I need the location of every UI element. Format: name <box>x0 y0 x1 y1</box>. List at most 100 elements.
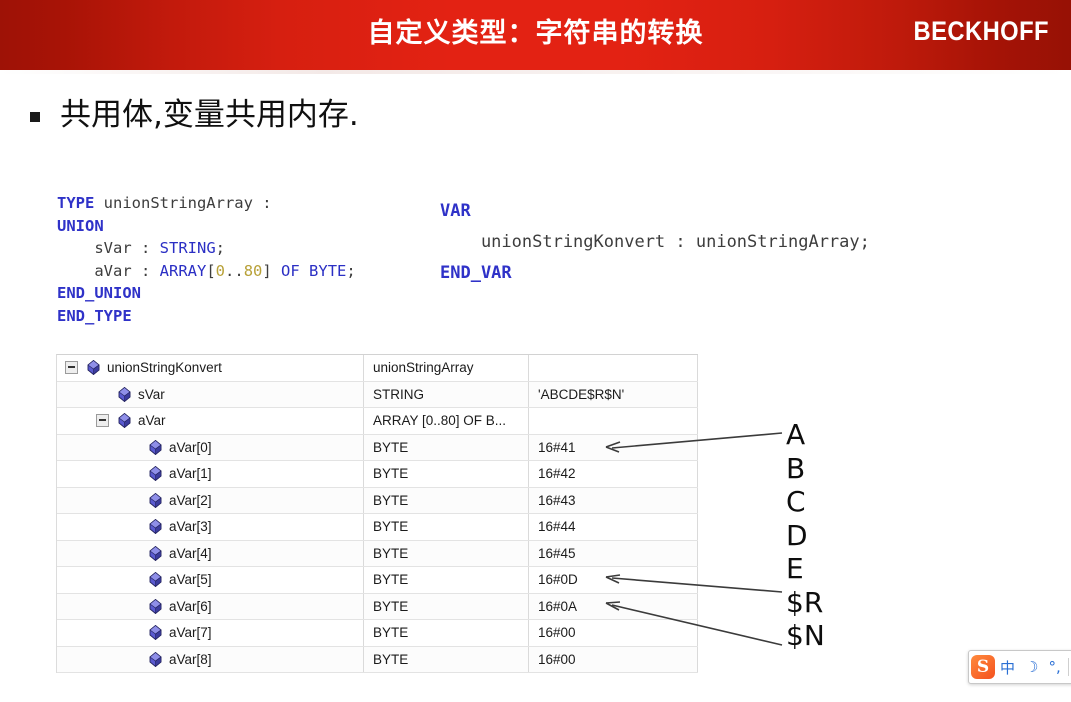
cell-variable-name[interactable]: aVar[2] <box>57 487 364 513</box>
variable-name-label: aVar[8] <box>169 651 212 667</box>
cell-variable-name[interactable]: aVar[1] <box>57 461 364 487</box>
cell-variable-name[interactable]: aVar[6] <box>57 593 364 619</box>
variable-diamond-icon <box>118 386 131 402</box>
cell-variable-name[interactable]: aVar[4] <box>57 540 364 566</box>
type-decl-line: UNION <box>57 215 356 238</box>
cell-value[interactable] <box>529 408 698 434</box>
type-decl-line: TYPE unionStringArray : <box>57 192 356 215</box>
tree-collapse-icon[interactable] <box>96 414 109 428</box>
header-underline <box>0 70 1071 74</box>
cell-value[interactable]: 16#41 <box>529 434 698 460</box>
table-row[interactable]: unionStringKonvert unionStringArray <box>57 355 698 382</box>
code-token: ] <box>262 261 282 280</box>
declaration-watch-table[interactable]: unionStringKonvert unionStringArray sVar ST… <box>56 354 698 673</box>
variable-name-label: aVar[5] <box>169 572 212 588</box>
variable-name-label: aVar <box>138 413 166 429</box>
type-decl-line: sVar : STRING; <box>57 237 356 260</box>
cell-value[interactable] <box>529 355 698 381</box>
code-token: .. <box>225 261 244 280</box>
cell-data-type: BYTE <box>364 487 529 513</box>
sogou-logo-icon[interactable]: S <box>971 655 995 679</box>
var-decl-line: END_VAR <box>440 258 870 289</box>
cell-variable-name[interactable]: aVar[8] <box>57 646 364 672</box>
cell-data-type: BYTE <box>364 593 529 619</box>
variable-name-label: aVar[7] <box>169 625 212 641</box>
table-row[interactable]: aVar[8] BYTE 16#00 <box>57 646 698 673</box>
variable-name-label: aVar[6] <box>169 598 212 614</box>
var-decl-line: VAR <box>440 196 870 227</box>
bullet-text: 共用体,变量共用内存. <box>60 97 359 133</box>
cell-value[interactable]: 16#00 <box>529 620 698 646</box>
bullet-row: 共用体,变量共用内存. <box>30 96 359 135</box>
cell-data-type: ARRAY [0..80] OF B... <box>364 408 529 434</box>
code-block-var-declaration: VAR unionStringKonvert : unionStringArra… <box>440 196 870 289</box>
variable-diamond-icon <box>149 492 162 508</box>
ime-divider <box>1067 658 1069 676</box>
table-row[interactable]: aVar[6] BYTE 16#0A <box>57 593 698 620</box>
table-row[interactable]: aVar[1] BYTE 16#42 <box>57 461 698 488</box>
chinese-mode-icon[interactable]: 中 <box>995 655 1020 679</box>
annotation-label: D <box>786 518 808 552</box>
code-token: 0 <box>215 261 226 280</box>
beckhoff-logo: BECKHOFF <box>913 16 1049 46</box>
variable-name-label: aVar[1] <box>169 466 212 482</box>
variable-diamond-icon <box>149 625 162 641</box>
table-row[interactable]: aVar[0] BYTE 16#41 <box>57 434 698 461</box>
moon-icon[interactable]: ☽ <box>1020 655 1043 679</box>
table-row[interactable]: aVar ARRAY [0..80] OF B... <box>57 408 698 435</box>
code-token: END_TYPE <box>57 306 132 325</box>
punctuation-icon[interactable]: °, <box>1043 655 1065 679</box>
cell-value[interactable]: 16#00 <box>529 646 698 672</box>
cell-value[interactable]: 16#42 <box>529 461 698 487</box>
cell-variable-name[interactable]: aVar[0] <box>57 434 364 460</box>
table-row[interactable]: sVar STRING 'ABCDE$R$N' <box>57 381 698 408</box>
tree-collapse-icon[interactable] <box>65 361 78 375</box>
variable-diamond-icon <box>149 439 162 455</box>
var-decl-line: unionStringKonvert : unionStringArray; <box>440 227 870 258</box>
square-bullet-icon <box>30 112 40 122</box>
cell-variable-name[interactable]: aVar <box>57 408 364 434</box>
code-token: ARRAY <box>159 261 207 280</box>
annotation-label: C <box>786 485 806 518</box>
cell-variable-name[interactable]: sVar <box>57 381 364 407</box>
code-token: unionStringArray : <box>94 194 272 212</box>
cell-data-type: BYTE <box>364 514 529 540</box>
code-token: unionStringKonvert : unionStringArray; <box>440 232 870 252</box>
cell-data-type: BYTE <box>364 620 529 646</box>
cell-data-type: BYTE <box>364 646 529 672</box>
cell-data-type: BYTE <box>364 540 529 566</box>
ime-toolbar[interactable]: S 中 ☽ °, <box>968 650 1071 684</box>
variable-name-label: unionStringKonvert <box>107 360 222 376</box>
cell-value[interactable]: 16#45 <box>529 540 698 566</box>
variable-diamond-icon <box>149 598 162 614</box>
variable-diamond-icon <box>149 519 162 535</box>
code-token: OF BYTE <box>281 261 347 280</box>
cell-value[interactable]: 16#43 <box>529 487 698 513</box>
code-token: ; <box>346 261 356 280</box>
annotation-letters: A B C D E $R $N <box>786 418 876 653</box>
table-row[interactable]: aVar[2] BYTE 16#43 <box>57 487 698 514</box>
variable-name-label: sVar <box>138 386 165 402</box>
type-decl-line: END_TYPE <box>57 305 356 328</box>
table-row[interactable]: aVar[7] BYTE 16#00 <box>57 620 698 647</box>
page-title: 自定义类型：字符串的转换 <box>367 18 704 49</box>
code-token: VAR <box>440 201 471 221</box>
cell-value[interactable]: 16#44 <box>529 514 698 540</box>
cell-value[interactable]: 16#0D <box>529 567 698 593</box>
code-token: END_VAR <box>440 263 512 283</box>
table-row[interactable]: aVar[5] BYTE 16#0D <box>57 567 698 594</box>
cell-variable-name[interactable]: aVar[3] <box>57 514 364 540</box>
cell-variable-name[interactable]: aVar[5] <box>57 567 364 593</box>
slide-canvas: 自定义类型：字符串的转换 BECKHOFF 共用体,变量共用内存. TYPE u… <box>0 0 1071 702</box>
cell-value[interactable]: 16#0A <box>529 593 698 619</box>
cell-variable-name[interactable]: aVar[7] <box>57 620 364 646</box>
cell-value[interactable]: 'ABCDE$R$N' <box>529 381 698 407</box>
cell-variable-name[interactable]: unionStringKonvert <box>57 355 364 381</box>
cell-data-type: BYTE <box>364 434 529 460</box>
variable-diamond-icon <box>87 360 100 376</box>
variable-name-label: aVar[2] <box>169 492 212 508</box>
code-token: [ <box>206 261 216 280</box>
cell-data-type: BYTE <box>364 461 529 487</box>
table-row[interactable]: aVar[3] BYTE 16#44 <box>57 514 698 541</box>
table-row[interactable]: aVar[4] BYTE 16#45 <box>57 540 698 567</box>
